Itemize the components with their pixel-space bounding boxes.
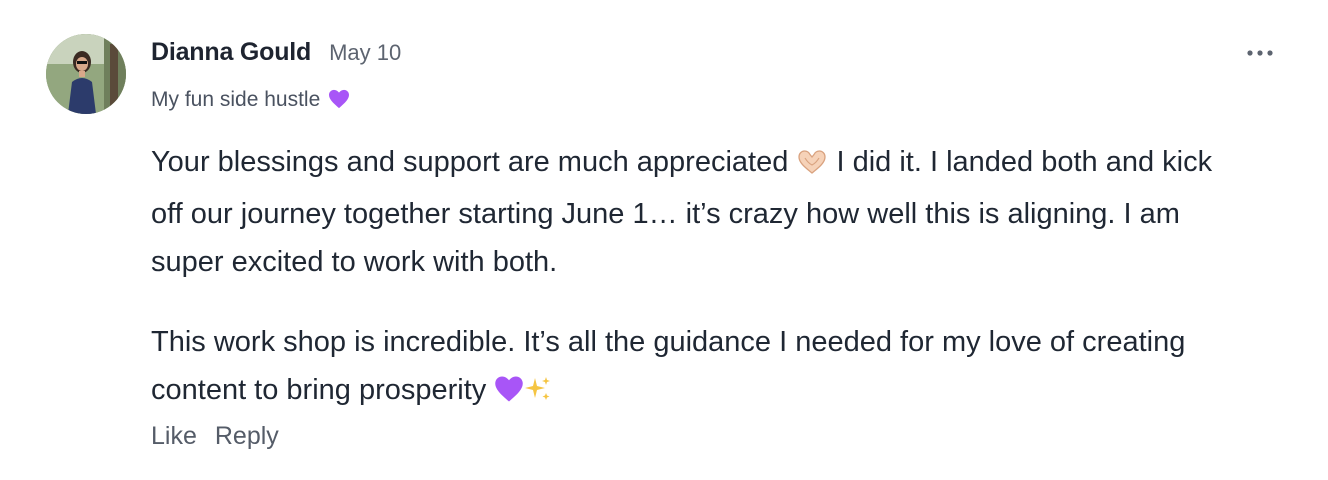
sparkles-icon [524,370,552,418]
author-name[interactable]: Dianna Gould [151,38,311,67]
comment-actions: Like Reply [151,422,279,451]
more-horizontal-icon [1247,50,1273,56]
subtitle-text: My fun side hustle [151,88,321,111]
heart-hands-icon [796,142,828,190]
comment-paragraph: Your blessings and support are much appr… [151,138,1231,286]
avatar-photo [46,34,126,114]
comment-header: Dianna Gould May 10 [151,38,401,72]
reply-button[interactable]: Reply [215,422,279,451]
more-options-button[interactable] [1244,40,1276,66]
paragraph-text: Your blessings and support are much appr… [151,146,789,178]
avatar[interactable] [46,34,126,114]
comment-date[interactable]: May 10 [329,40,401,66]
paragraph-text: This work shop is incredible. It’s all t… [151,326,1186,406]
purple-heart-icon [494,370,524,418]
comment-paragraph: This work shop is incredible. It’s all t… [151,318,1231,418]
author-subtitle: My fun side hustle [151,88,350,115]
comment-body: Your blessings and support are much appr… [151,138,1231,418]
like-button[interactable]: Like [151,422,197,451]
comment-card: Dianna Gould May 10 My fun side hustle Y… [0,0,1328,480]
purple-heart-icon [328,89,350,115]
